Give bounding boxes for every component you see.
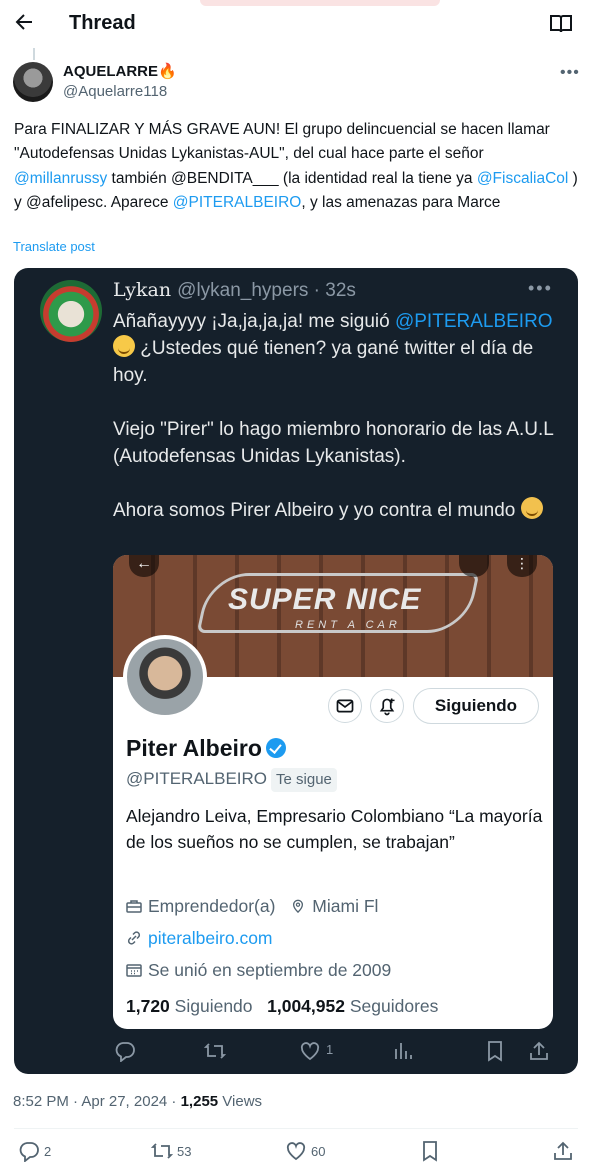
repost-button[interactable]: 53 bbox=[150, 1140, 191, 1164]
profile-handle-text: @PITERALBEIRO bbox=[126, 769, 268, 788]
embedded-avatar bbox=[40, 280, 102, 342]
profile-avatar bbox=[123, 635, 207, 719]
notification-bell-icon bbox=[370, 689, 404, 723]
back-arrow-icon[interactable] bbox=[12, 10, 36, 34]
followers-label: Seguidores bbox=[349, 996, 439, 1016]
message-icon bbox=[328, 689, 362, 723]
link-icon bbox=[127, 931, 141, 945]
briefcase-icon bbox=[126, 900, 142, 913]
reply-count: 2 bbox=[44, 1144, 52, 1159]
reply-icon bbox=[19, 1142, 39, 1163]
embedded-bookmark-icon bbox=[488, 1041, 502, 1062]
embedded-paragraph-text: Ahora somos Pirer Albeiro y yo contra el… bbox=[113, 500, 516, 521]
embedded-line: Añañayyyy ¡Ja,ja,ja,ja! me siguió bbox=[113, 311, 390, 332]
embedded-repost-icon bbox=[204, 1043, 226, 1059]
embedded-line: ¿Ustedes qué tienen? ya gané twitter el … bbox=[113, 338, 534, 386]
bookmark-button[interactable] bbox=[419, 1140, 441, 1164]
mention-link[interactable]: @FiscaliaCol bbox=[477, 170, 569, 187]
profile-location-text: Miami Fl bbox=[312, 896, 379, 916]
top-bar: Thread bbox=[0, 0, 592, 48]
profile-job-text: Emprendedor(a) bbox=[148, 896, 276, 916]
like-icon bbox=[286, 1142, 306, 1161]
divider bbox=[14, 1128, 578, 1129]
thread-connector bbox=[33, 48, 35, 60]
verified-badge-icon bbox=[265, 738, 286, 758]
action-bar: 2 53 60 bbox=[0, 1140, 592, 1166]
profile-bio: Alejandro Leiva, Empresario Colombiano “… bbox=[126, 806, 543, 852]
profile-joined-text: Se unió en septiembre de 2009 bbox=[148, 960, 392, 980]
post-text-part: , y las amenazas para Marce bbox=[301, 193, 501, 211]
page-title: Thread bbox=[69, 12, 136, 34]
post-text-part: también @BENDITA___ (la identidad real l… bbox=[107, 169, 477, 187]
following-button: Siguiendo bbox=[413, 688, 539, 724]
embedded-mention: @PITERALBEIRO bbox=[394, 311, 553, 332]
bookmark-icon bbox=[423, 1141, 437, 1162]
attached-image[interactable]: Lykan @lykan_hypers · 32s ••• Añañayyyy … bbox=[14, 268, 578, 1074]
embedded-paragraph-3: Ahora somos Pirer Albeiro y yo contra el… bbox=[113, 497, 561, 524]
embedded-reply-icon bbox=[115, 1042, 135, 1062]
post-metadata: 8:52 PM · Apr 27, 2024 · 1,255 Views bbox=[13, 1093, 262, 1111]
reply-button[interactable]: 2 bbox=[18, 1140, 51, 1164]
banner-back-icon: ← bbox=[129, 555, 159, 577]
like-button[interactable]: 60 bbox=[285, 1140, 325, 1164]
profile-website-text: piteralbeiro.com bbox=[148, 928, 273, 948]
translate-post-link[interactable]: Translate post bbox=[13, 239, 95, 254]
repost-icon bbox=[150, 1143, 174, 1159]
following-count: 1,720 bbox=[126, 996, 170, 1016]
profile-name: Piter Albeiro bbox=[126, 733, 286, 763]
author-handle[interactable]: @Aquelarre118 bbox=[63, 83, 167, 101]
embedded-handle: @lykan_hypers · 32s bbox=[177, 280, 356, 301]
mention-link[interactable]: @PITERALBEIRO bbox=[173, 194, 302, 211]
banner-more-icon: ⋮ bbox=[507, 555, 537, 577]
embedded-like-count: 1 bbox=[326, 1042, 334, 1057]
top-edge-overlay bbox=[200, 0, 440, 6]
embedded-share-icon bbox=[530, 1041, 548, 1060]
banner-logo-subtext: RENT A CAR bbox=[295, 619, 401, 631]
like-count: 60 bbox=[311, 1144, 326, 1159]
banner-search-icon bbox=[459, 555, 489, 577]
embedded-paragraph: Viejo "Pirer" lo hago miembro honorario … bbox=[113, 419, 554, 467]
profile-name-text: Piter Albeiro bbox=[126, 735, 262, 761]
embedded-analytics-icon bbox=[395, 1043, 412, 1059]
post-text: Para FINALIZAR Y MÁS GRAVE AUN! El grupo… bbox=[14, 118, 580, 215]
followers-count: 1,004,952 bbox=[267, 996, 345, 1016]
embedded-more-icon: ••• bbox=[528, 278, 553, 298]
post-text-part: Para FINALIZAR Y MÁS GRAVE AUN! El grupo… bbox=[14, 121, 550, 163]
author-avatar[interactable] bbox=[13, 62, 53, 102]
embedded-header: Lykan @lykan_hypers · 32s bbox=[113, 278, 356, 303]
banner-logo-text: SUPER NICE bbox=[228, 583, 422, 616]
embedded-text: Añañayyyy ¡Ja,ja,ja,ja! me siguió @PITER… bbox=[113, 308, 561, 524]
pleading-emoji-icon bbox=[520, 497, 543, 519]
following-label: Siguiendo bbox=[174, 996, 253, 1016]
repost-count: 53 bbox=[177, 1144, 192, 1159]
follows-you-badge: Te sigue bbox=[271, 768, 337, 792]
mention-link[interactable]: @millanrussy bbox=[14, 170, 107, 187]
location-pin-icon bbox=[293, 899, 304, 913]
share-icon bbox=[554, 1141, 572, 1160]
post-timestamp[interactable]: 8:52 PM · Apr 27, 2024 · bbox=[13, 1093, 181, 1110]
author-name[interactable]: AQUELARRE🔥 bbox=[63, 63, 177, 81]
profile-stats: 1,720 Siguiendo 1,004,952 Seguidores bbox=[126, 995, 438, 1017]
views-count: 1,255 bbox=[180, 1093, 219, 1110]
profile-card: SUPER NICE RENT A CAR ← ⋮ Siguiendo Pite… bbox=[113, 555, 553, 1029]
profile-joined: Se unió en septiembre de 2009 bbox=[126, 959, 391, 981]
smile-emoji-icon bbox=[113, 335, 135, 357]
embedded-name: Lykan bbox=[113, 279, 172, 301]
embedded-like-icon bbox=[300, 1042, 320, 1061]
more-options-icon[interactable]: ••• bbox=[560, 64, 580, 82]
profile-website: piteralbeiro.com bbox=[126, 927, 273, 949]
embedded-action-bar: 1 bbox=[14, 1038, 578, 1066]
reader-mode-icon[interactable] bbox=[550, 14, 572, 34]
views-label: Views bbox=[218, 1093, 263, 1110]
calendar-icon bbox=[126, 964, 142, 977]
share-button[interactable] bbox=[552, 1140, 574, 1164]
profile-job: Emprendedor(a) Miami Fl bbox=[126, 895, 378, 917]
profile-handle: @PITERALBEIRO Te sigue bbox=[126, 768, 337, 792]
